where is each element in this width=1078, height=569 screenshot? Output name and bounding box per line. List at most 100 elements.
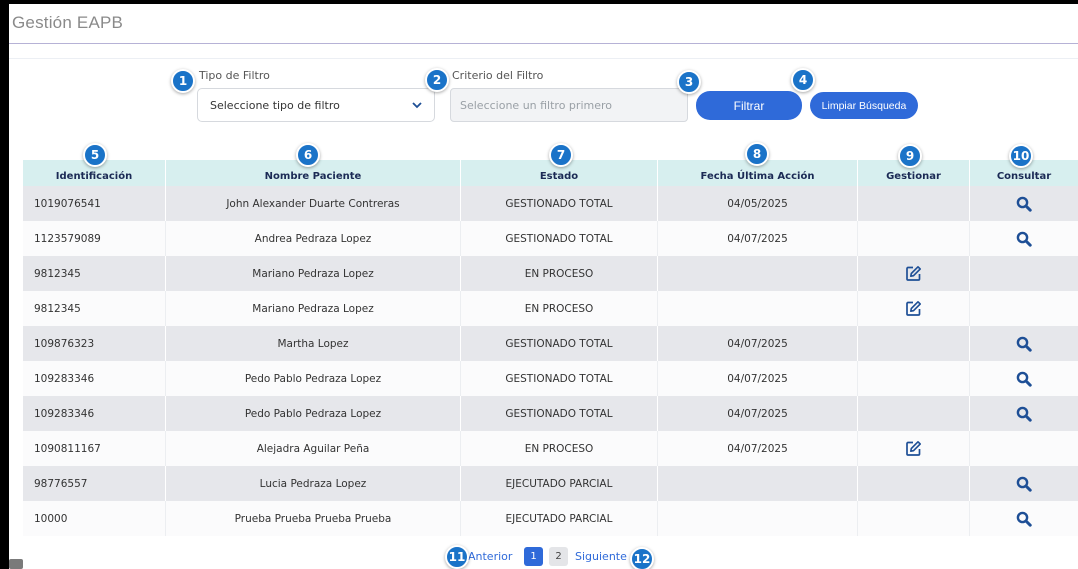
cell-estado: EJECUTADO PARCIAL [461, 466, 658, 501]
cell-nombre: Mariano Pedraza Lopez [166, 256, 461, 291]
table-row: 1090811167 Alejadra Aguilar Peña EN PROC… [23, 431, 1078, 466]
cell-consultar [970, 186, 1078, 221]
cell-gestionar [858, 221, 970, 256]
cell-estado: EN PROCESO [461, 256, 658, 291]
cell-nombre: Lucia Pedraza Lopez [166, 466, 461, 501]
cell-identificacion: 98776557 [23, 466, 166, 501]
cell-identificacion: 1123579089 [23, 221, 166, 256]
cell-gestionar [858, 326, 970, 361]
table-header: Identificación Nombre Paciente Estado Fe… [23, 160, 1078, 186]
cell-consultar [970, 466, 1078, 501]
page-button-1[interactable]: 1 [524, 547, 543, 566]
cell-estado: GESTIONADO TOTAL [461, 396, 658, 431]
cell-gestionar [858, 186, 970, 221]
cell-gestionar [858, 256, 970, 291]
cell-nombre: Martha Lopez [166, 326, 461, 361]
table-row: 109283346 Pedo Pablo Pedraza Lopez GESTI… [23, 396, 1078, 431]
edit-icon[interactable] [905, 440, 922, 457]
cell-estado: GESTIONADO TOTAL [461, 326, 658, 361]
cell-consultar [970, 326, 1078, 361]
step-badge-3: 3 [677, 70, 701, 94]
table-row: 1019076541 John Alexander Duarte Contrer… [23, 186, 1078, 221]
step-badge-1: 1 [171, 69, 195, 93]
pagination-next-link[interactable]: Siguiente [575, 550, 627, 563]
criterio-filtro-label: Criterio del Filtro [452, 69, 544, 82]
search-icon[interactable] [1016, 371, 1032, 387]
cell-consultar [970, 501, 1078, 536]
cell-gestionar [858, 466, 970, 501]
search-icon[interactable] [1016, 406, 1032, 422]
criterio-filtro-placeholder: Seleccione un filtro primero [460, 98, 612, 112]
cell-consultar [970, 361, 1078, 396]
edit-icon[interactable] [905, 300, 922, 317]
criterio-filtro-input[interactable]: Seleccione un filtro primero [450, 88, 688, 122]
cell-fecha: 04/07/2025 [658, 221, 858, 256]
title-divider [9, 43, 1078, 44]
cell-nombre: Pedo Pablo Pedraza Lopez [166, 361, 461, 396]
cell-estado: GESTIONADO TOTAL [461, 361, 658, 396]
table-row: 1123579089 Andrea Pedraza Lopez GESTIONA… [23, 221, 1078, 256]
cell-gestionar [858, 396, 970, 431]
pagination-prev-link[interactable]: Anterior [468, 550, 512, 563]
table-row: 9812345 Mariano Pedraza Lopez EN PROCESO [23, 256, 1078, 291]
filtrar-button[interactable]: Filtrar [696, 91, 802, 120]
tipo-filtro-select[interactable]: Seleccione tipo de filtro [197, 88, 435, 122]
table-row: 10000 Prueba Prueba Prueba Prueba EJECUT… [23, 501, 1078, 536]
cell-fecha: 04/07/2025 [658, 361, 858, 396]
cell-identificacion: 1090811167 [23, 431, 166, 466]
tipo-filtro-value: Seleccione tipo de filtro [210, 98, 340, 112]
step-badge-5: 5 [83, 143, 107, 167]
cell-estado: GESTIONADO TOTAL [461, 186, 658, 221]
cell-gestionar [858, 431, 970, 466]
window-frame-left [0, 0, 9, 569]
cell-nombre: John Alexander Duarte Contreras [166, 186, 461, 221]
cell-identificacion: 9812345 [23, 256, 166, 291]
cell-fecha: 04/07/2025 [658, 326, 858, 361]
table-row: 109876323 Martha Lopez GESTIONADO TOTAL … [23, 326, 1078, 361]
step-badge-7: 7 [549, 143, 573, 167]
corner-handle [9, 559, 23, 569]
cell-consultar [970, 431, 1078, 466]
table-row: 9812345 Mariano Pedraza Lopez EN PROCESO [23, 291, 1078, 326]
step-badge-6: 6 [296, 143, 320, 167]
search-icon[interactable] [1016, 336, 1032, 352]
cell-fecha [658, 291, 858, 326]
search-icon[interactable] [1016, 476, 1032, 492]
cell-fecha: 04/07/2025 [658, 396, 858, 431]
cell-fecha [658, 501, 858, 536]
page-title: Gestión EAPB [12, 13, 124, 32]
cell-fecha: 04/05/2025 [658, 186, 858, 221]
search-icon[interactable] [1016, 231, 1032, 247]
cell-consultar [970, 256, 1078, 291]
step-badge-10: 10 [1009, 144, 1033, 168]
edit-icon[interactable] [905, 265, 922, 282]
cell-nombre: Andrea Pedraza Lopez [166, 221, 461, 256]
cell-nombre: Pedo Pablo Pedraza Lopez [166, 396, 461, 431]
cell-gestionar [858, 291, 970, 326]
chevron-down-icon [412, 99, 422, 112]
step-badge-8: 8 [745, 142, 769, 166]
search-icon[interactable] [1016, 196, 1032, 212]
limpiar-busqueda-button[interactable]: Limpiar Búsqueda [810, 92, 918, 119]
cell-nombre: Alejadra Aguilar Peña [166, 431, 461, 466]
step-badge-2: 2 [425, 68, 449, 92]
cell-gestionar [858, 501, 970, 536]
search-icon[interactable] [1016, 511, 1032, 527]
page-button-2[interactable]: 2 [549, 547, 568, 566]
cell-consultar [970, 396, 1078, 431]
cell-identificacion: 1019076541 [23, 186, 166, 221]
cell-consultar [970, 291, 1078, 326]
cell-identificacion: 109876323 [23, 326, 166, 361]
cell-estado: EN PROCESO [461, 431, 658, 466]
pagination: 11 Anterior 1 2 Siguiente 12 [9, 545, 1078, 569]
step-badge-4: 4 [791, 68, 815, 92]
cell-nombre: Prueba Prueba Prueba Prueba [166, 501, 461, 536]
cell-identificacion: 10000 [23, 501, 166, 536]
cell-estado: EJECUTADO PARCIAL [461, 501, 658, 536]
step-badge-12: 12 [630, 547, 654, 569]
cell-fecha: 04/07/2025 [658, 431, 858, 466]
table-row: 109283346 Pedo Pablo Pedraza Lopez GESTI… [23, 361, 1078, 396]
table-row: 98776557 Lucia Pedraza Lopez EJECUTADO P… [23, 466, 1078, 501]
cell-fecha [658, 466, 858, 501]
cell-nombre: Mariano Pedraza Lopez [166, 291, 461, 326]
